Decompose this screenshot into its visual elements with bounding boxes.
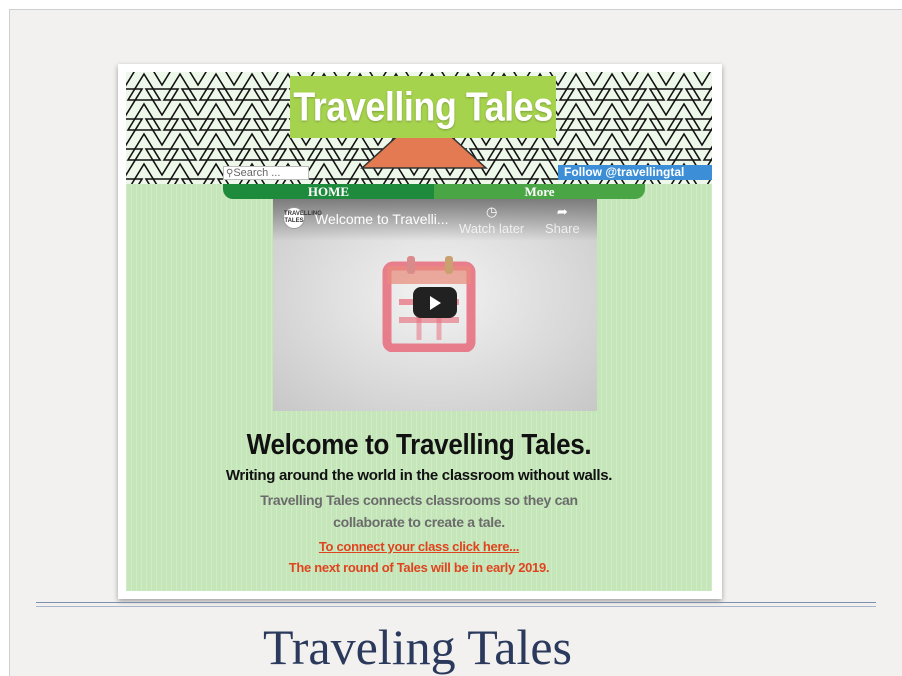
website-screenshot: Travelling Tales ⚲Search ... Follow @tra… xyxy=(118,64,722,599)
next-round-notice: The next round of Tales will be in early… xyxy=(288,560,550,575)
connect-class-link[interactable]: To connect your class click here... xyxy=(126,539,712,554)
slide-divider xyxy=(36,602,876,603)
slide-divider-secondary xyxy=(36,606,876,607)
main-nav: HOME More xyxy=(223,184,645,199)
clock-icon: ◷ xyxy=(485,204,498,219)
follow-label: Follow @travellingtal xyxy=(564,165,685,179)
watch-later-label: Watch later xyxy=(459,221,525,236)
watch-later-button[interactable]: ◷ Watch later xyxy=(459,204,525,237)
slide: Travelling Tales ⚲Search ... Follow @tra… xyxy=(9,9,902,676)
header-banner: Travelling Tales ⚲Search ... Follow @tra… xyxy=(126,72,712,184)
site-description: Travelling Tales connects classrooms so … xyxy=(260,492,578,530)
slide-title: Traveling Tales xyxy=(263,619,572,675)
share-label: Share xyxy=(545,221,580,236)
nav-more[interactable]: More xyxy=(434,184,645,199)
channel-logo[interactable]: TRAVELLING TALES xyxy=(283,207,322,229)
nav-home[interactable]: HOME xyxy=(223,184,434,199)
video-title[interactable]: Welcome to Travelli... xyxy=(315,211,449,227)
site-title: Travelling Tales xyxy=(293,83,553,130)
search-placeholder: Search ... xyxy=(233,167,281,179)
site-title-box: Travelling Tales xyxy=(290,76,556,138)
share-icon: ➦ xyxy=(556,204,568,219)
welcome-heading: Welcome to Travelling Tales. xyxy=(246,427,592,461)
site-subtitle: Writing around the world in the classroo… xyxy=(225,467,613,484)
video-embed[interactable]: TRAVELLING TALES Welcome to Travelli... … xyxy=(273,199,597,411)
share-button[interactable]: ➦ Share xyxy=(545,204,580,237)
travelling-tales-site: Travelling Tales ⚲Search ... Follow @tra… xyxy=(126,72,712,591)
play-button[interactable] xyxy=(413,287,457,318)
search-input[interactable]: ⚲Search ... xyxy=(223,166,309,180)
follow-twitter-button[interactable]: Follow @travellingtal xyxy=(558,165,712,180)
